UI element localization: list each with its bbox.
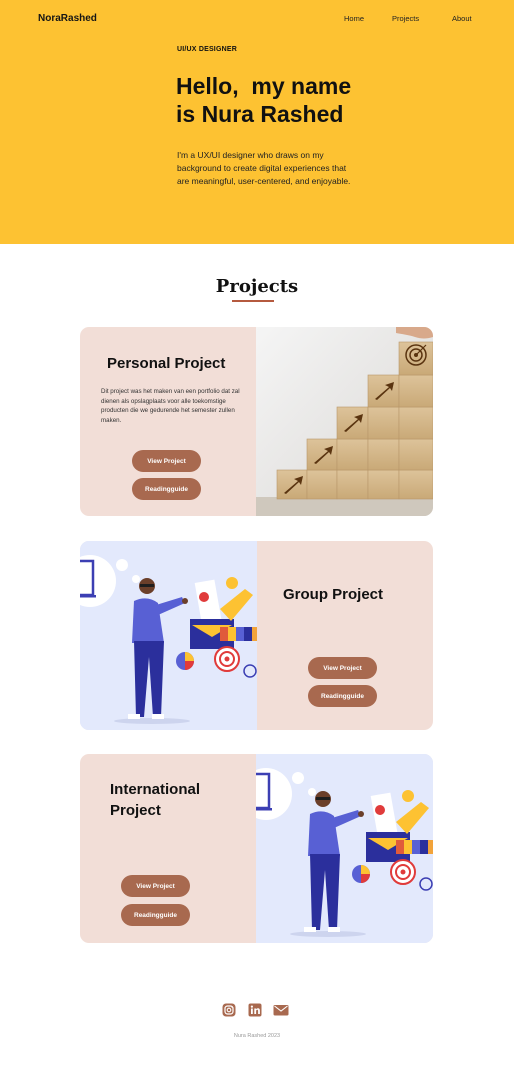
hero-title-line1: Hello, my name <box>176 73 352 99</box>
hero-title-line2: is Nura Rashed <box>176 101 344 127</box>
view-project-button[interactable]: View Project <box>308 657 377 679</box>
project-title: Group Project <box>283 586 384 603</box>
project-card-group: Group Project View Project Readingguide <box>80 541 433 730</box>
hero-title: Hello, my name is Nura Rashed <box>176 72 436 128</box>
project-title: Personal Project <box>107 355 226 372</box>
wooden-blocks-stairs-target-image <box>256 327 433 516</box>
nav-projects-link[interactable]: Projects <box>392 14 419 23</box>
project-card-personal: Personal Project Dit project was het mak… <box>80 327 433 516</box>
hero-description: I'm a UX/UI designer who draws on my bac… <box>177 150 351 186</box>
readingguide-button[interactable]: Readingguide <box>132 478 201 500</box>
designer-illustration <box>256 754 433 943</box>
readingguide-button[interactable]: Readingguide <box>121 904 190 926</box>
brand-logo[interactable]: NoraRashed <box>38 13 97 24</box>
heading-underline <box>232 300 274 302</box>
project-title: International Project <box>110 779 250 821</box>
readingguide-button[interactable]: Readingguide <box>308 685 377 707</box>
designer-illustration <box>80 541 257 730</box>
view-project-button[interactable]: View Project <box>121 875 190 897</box>
mail-icon[interactable] <box>273 1003 289 1017</box>
projects-heading: Projects <box>215 276 299 297</box>
project-description: Dit project was het maken van een portfo… <box>101 388 240 424</box>
project-title-line1: International <box>110 781 201 798</box>
instagram-icon[interactable] <box>222 1003 236 1017</box>
footer-copyright: Nura Rashed 2023 <box>233 1033 281 1039</box>
linkedin-icon[interactable] <box>248 1003 262 1017</box>
nav-home-link[interactable]: Home <box>344 14 364 23</box>
project-title-line2: Project <box>110 802 161 819</box>
view-project-button[interactable]: View Project <box>132 450 201 472</box>
hero-section: NoraRashed Home Projects About UI/UX DES… <box>0 0 514 244</box>
nav-about-link[interactable]: About <box>452 14 472 23</box>
project-card-international: International Project View Project Readi… <box>80 754 433 943</box>
hero-eyebrow: UI/UX DESIGNER <box>177 46 237 53</box>
